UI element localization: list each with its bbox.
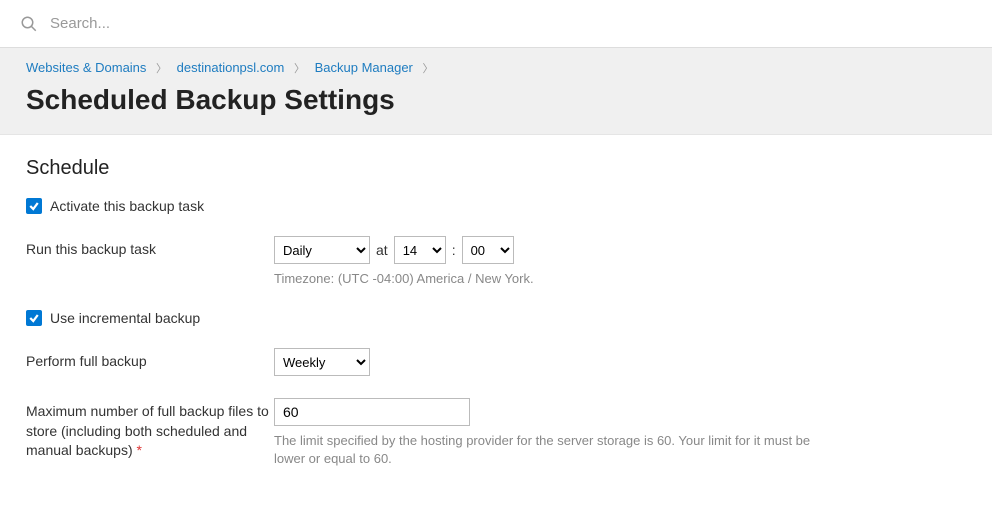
section-title-schedule: Schedule: [26, 157, 966, 180]
incremental-backup-row: Use incremental backup: [26, 310, 966, 326]
search-input[interactable]: [50, 15, 972, 32]
run-minute-select[interactable]: 00: [462, 236, 514, 264]
activate-backup-row: Activate this backup task: [26, 198, 966, 214]
search-icon: [20, 15, 38, 33]
incremental-backup-label: Use incremental backup: [50, 310, 200, 326]
full-backup-label: Perform full backup: [26, 348, 274, 372]
breadcrumb: Websites & Domains 〉 destinationpsl.com …: [26, 60, 966, 76]
max-files-hint: The limit specified by the hosting provi…: [274, 432, 814, 468]
full-backup-row: Perform full backup Weekly: [26, 348, 966, 376]
max-files-input[interactable]: [274, 398, 470, 426]
colon-text: :: [452, 242, 456, 258]
search-bar: [0, 0, 992, 48]
chevron-right-icon: 〉: [423, 63, 434, 75]
full-backup-frequency-select[interactable]: Weekly: [274, 348, 370, 376]
content-area: ‹ Schedule Activate this backup task Run…: [0, 135, 992, 513]
chevron-right-icon: 〉: [294, 63, 305, 75]
activate-backup-checkbox[interactable]: [26, 198, 42, 214]
max-files-label: Maximum number of full backup files to s…: [26, 398, 274, 461]
timezone-hint: Timezone: (UTC -04:00) America / New Yor…: [274, 270, 814, 288]
breadcrumb-backup-manager[interactable]: Backup Manager: [315, 60, 413, 75]
chevron-right-icon: 〉: [156, 63, 167, 75]
at-text: at: [376, 242, 388, 258]
page-title: Scheduled Backup Settings: [26, 84, 966, 116]
breadcrumb-domain[interactable]: destinationpsl.com: [177, 60, 285, 75]
incremental-backup-checkbox[interactable]: [26, 310, 42, 326]
page-header: Websites & Domains 〉 destinationpsl.com …: [0, 48, 992, 135]
max-files-row: Maximum number of full backup files to s…: [26, 398, 966, 468]
required-mark: *: [137, 442, 142, 458]
run-task-label: Run this backup task: [26, 236, 274, 260]
run-hour-select[interactable]: 14: [394, 236, 446, 264]
breadcrumb-websites-domains[interactable]: Websites & Domains: [26, 60, 146, 75]
run-task-row: Run this backup task Daily at 14 : 00 Ti…: [26, 236, 966, 288]
run-frequency-select[interactable]: Daily: [274, 236, 370, 264]
activate-backup-label: Activate this backup task: [50, 198, 204, 214]
